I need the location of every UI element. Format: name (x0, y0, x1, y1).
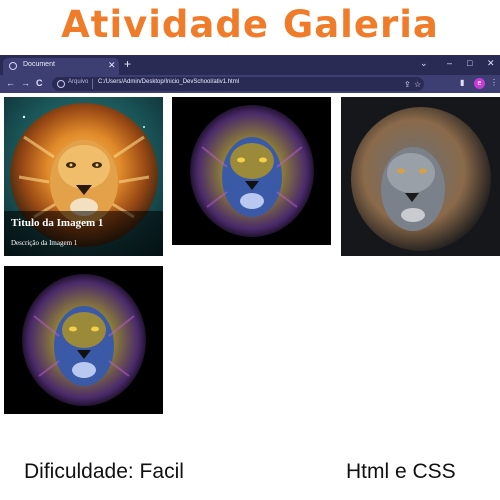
chevron-down-icon[interactable]: ⌄ (420, 58, 428, 69)
card-description: Descrição da Imagem 1 (11, 239, 78, 247)
poster-title: Atividade Galeria (61, 3, 439, 46)
omnibox-divider (92, 79, 93, 89)
menu-icon[interactable]: ⋮ (490, 78, 498, 87)
tab-title: Document (23, 61, 55, 68)
new-tab-button[interactable]: + (124, 57, 131, 71)
maximize-button[interactable]: □ (467, 58, 472, 68)
reload-button[interactable]: C (36, 78, 43, 88)
back-button[interactable]: ← (6, 78, 15, 88)
gallery-card-3[interactable] (341, 97, 500, 256)
share-icon[interactable]: ⇪ (404, 80, 411, 89)
gallery-card-4[interactable] (4, 266, 163, 414)
minimize-button[interactable]: – (447, 58, 452, 68)
address-bar[interactable]: Arquivo C:/Users/Admin/Desktop/Inicio_De… (52, 77, 424, 91)
gallery-card-2[interactable] (172, 97, 331, 245)
tab-strip: Document ✕ + ⌄ – □ ✕ (0, 55, 500, 75)
toolbar: ← → C Arquivo C:/Users/Admin/Desktop/Ini… (0, 75, 500, 93)
close-window-button[interactable]: ✕ (487, 58, 495, 69)
close-tab-icon[interactable]: ✕ (108, 60, 116, 71)
tab-document[interactable]: Document ✕ (3, 58, 119, 75)
card-title: Titulo da Imagem 1 (11, 217, 104, 229)
difficulty-label: Dificuldade: Facil (24, 460, 184, 483)
scheme-label: Arquivo (68, 79, 89, 85)
side-panel-icon[interactable]: ▮ (460, 78, 464, 87)
globe-icon (9, 62, 17, 70)
neon-lion-image (172, 97, 331, 245)
bookmark-star-icon[interactable]: ☆ (414, 80, 421, 89)
gallery-card-1[interactable]: Titulo da Imagem 1 Descrição da Imagem 1 (4, 97, 163, 256)
caption-overlay: Titulo da Imagem 1 Descrição da Imagem 1 (4, 211, 163, 256)
forward-button[interactable]: → (21, 78, 30, 88)
gray-lion-image (341, 97, 500, 256)
tech-label: Html e CSS (346, 460, 456, 483)
neon-lion-image (4, 266, 163, 414)
url-text[interactable]: C:/Users/Admin/Desktop/Inicio_DevSchool/… (98, 79, 239, 85)
browser-window: Document ✕ + ⌄ – □ ✕ ← → C Arquivo C:/Us… (0, 55, 500, 447)
profile-avatar[interactable]: e (474, 78, 485, 89)
info-icon[interactable] (57, 80, 65, 88)
page-viewport: Titulo da Imagem 1 Descrição da Imagem 1 (0, 93, 500, 447)
